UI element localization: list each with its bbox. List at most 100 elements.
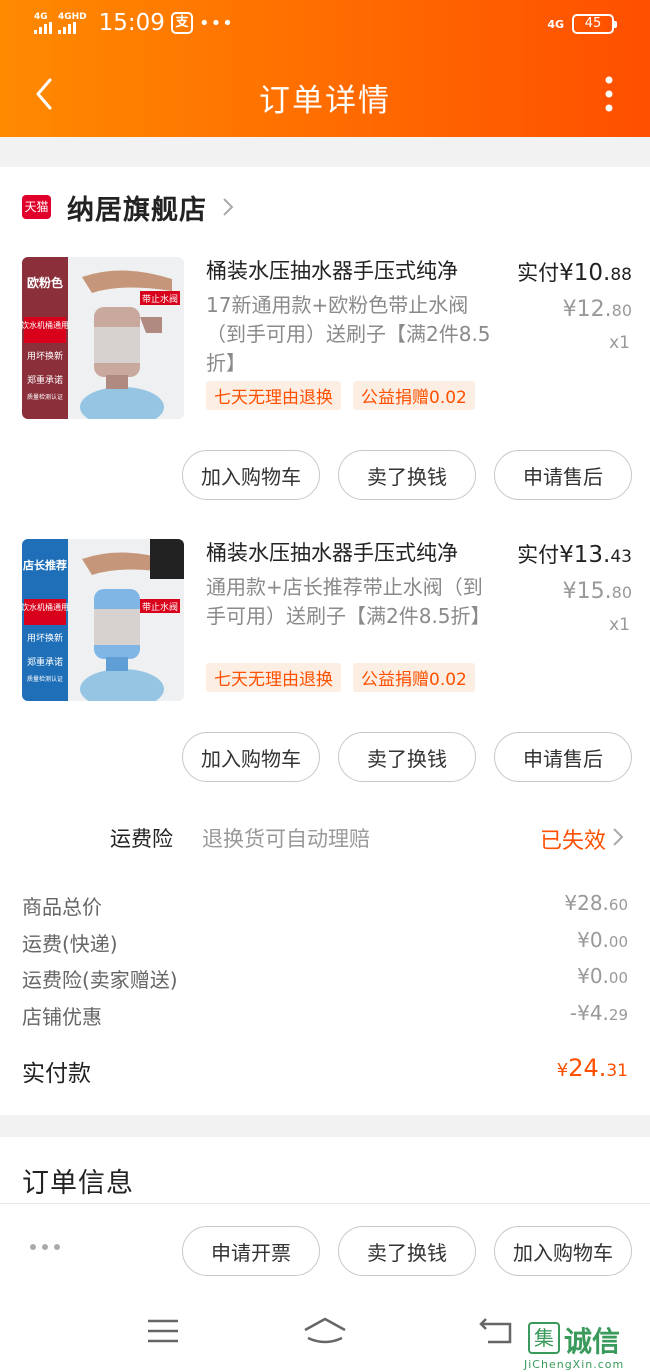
summary-row-store-discount: 店铺优惠 -¥4.29 [22,1001,628,1029]
summary-value: -¥4.29 [570,1001,628,1025]
summary-value: ¥0.00 [577,964,628,988]
product-image[interactable]: 店长推荐 饮水机桶通用 用坏换新 郑重承诺 质量检测认证 带止水阀 [22,539,184,701]
resell-button[interactable]: 卖了换钱 [338,732,476,782]
original-price-dec: 80 [611,301,632,320]
summary-value-int: ¥28. [564,891,609,915]
tmall-badge-icon: 天猫 [22,195,51,219]
battery-icon: 45 [572,14,617,34]
image-color-label: 欧粉色 [27,275,63,290]
order-info-title: 订单信息 [22,1168,134,1199]
shipping-insurance-row[interactable]: 运费险 退换货可自动理赔 已失效 [0,823,650,854]
order-item[interactable]: 店长推荐 饮水机桶通用 用坏换新 郑重承诺 质量检测认证 带止水阀 桶装水压抽水… [0,539,650,799]
summary-value: ¥28.60 [564,891,628,915]
add-to-cart-button[interactable]: 加入购物车 [182,732,320,782]
original-price: ¥12.80 [563,297,632,322]
bottom-action-bar: 申请开票 卖了换钱 加入购物车 [0,1203,650,1298]
image-text: 郑重承诺 [27,656,63,668]
tag-return-policy: 七天无理由退换 [206,381,341,410]
original-price-dec: 80 [611,583,632,602]
chevron-right-icon [613,828,624,846]
original-price: ¥15.80 [563,579,632,604]
summary-value-dec: 00 [608,969,628,987]
watermark-logo: 集 诚信 JiChengXin.com [524,1320,644,1372]
order-info-card: 订单信息 [0,1137,650,1203]
total-currency: ¥ [556,1060,569,1081]
insurance-label: 运费险 [110,827,173,851]
back-nav-icon[interactable] [478,1316,514,1346]
insurance-desc: 退换货可自动理赔 [202,827,370,851]
summary-row-shipping: 运费(快递) ¥0.00 [22,928,628,956]
product-spec: 通用款+店长推荐带止水阀（到手可用）送刷子【满2件8.5折】 [206,575,491,628]
order-shop-card: 天猫 纳居旗舰店 欧粉色 饮水机桶通用 用坏换新 郑重承诺 质量检测认证 带止水… [0,167,650,1115]
summary-label: 店铺优惠 [22,1005,102,1029]
signal-2-icon [58,22,76,34]
status-left: 4G 4GHD 15:09 支 ••• [34,10,234,36]
image-text: 用坏换新 [27,350,63,362]
signal-2-label: 4GHD [58,12,87,22]
original-price-int: ¥15. [562,579,612,604]
paid-price-int: ¥13. [559,542,611,568]
image-text: 质量检测认证 [27,675,63,683]
paid-price-dec: 88 [610,265,632,285]
request-invoice-button[interactable]: 申请开票 [182,1226,320,1276]
add-to-cart-button[interactable]: 加入购物车 [494,1226,632,1276]
store-header[interactable]: 天猫 纳居旗舰店 [22,188,235,227]
summary-value-int: -¥4. [569,1001,609,1025]
menu-icon[interactable] [146,1316,180,1346]
image-text: 带止水阀 [142,601,178,613]
summary-row-shipping-insurance: 运费险(卖家赠送) ¥0.00 [22,964,628,992]
product-title[interactable]: 桶装水压抽水器手压式纯净 [206,255,496,285]
store-name[interactable]: 纳居旗舰店 [67,188,207,227]
after-sales-button[interactable]: 申请售后 [494,732,632,782]
summary-value-int: ¥0. [577,964,609,988]
resell-button[interactable]: 卖了换钱 [338,1226,476,1276]
more-vertical-icon[interactable] [604,74,614,114]
summary-row-goods-total: 商品总价 ¥28.60 [22,891,628,919]
network-indicator: 4G [547,17,564,31]
summary-value: ¥0.00 [577,928,628,952]
image-color-label: 店长推荐 [23,558,67,572]
original-price-int: ¥12. [562,297,612,322]
signal-1-label: 4G [34,12,48,22]
signal-1-icon [34,22,52,34]
product-title[interactable]: 桶装水压抽水器手压式纯净 [206,537,496,567]
alipay-icon: 支 [170,12,193,34]
paid-price: 实付¥10.88 [517,257,632,287]
total-value: ¥24.31 [557,1054,628,1082]
more-icon[interactable] [30,1244,60,1250]
order-item[interactable]: 欧粉色 饮水机桶通用 用坏换新 郑重承诺 质量检测认证 带止水阀 桶装水压抽水器… [0,257,650,517]
summary-value-dec: 00 [608,933,628,951]
after-sales-button[interactable]: 申请售后 [494,450,632,500]
image-text: 郑重承诺 [27,374,63,386]
more-notifications-icon: ••• [198,12,234,34]
add-to-cart-button[interactable]: 加入购物车 [182,450,320,500]
summary-value-int: ¥0. [577,928,609,952]
status-right: 4G 45 [547,14,617,34]
summary-label: 运费(快递) [22,932,118,956]
image-text: 饮水机桶通用 [22,602,69,612]
paid-label: 实付 [517,261,560,285]
total-label: 实付款 [22,1061,91,1087]
summary-label: 商品总价 [22,895,102,919]
page-title: 订单详情 [259,83,391,119]
item-actions: 加入购物车 卖了换钱 申请售后 [182,732,632,782]
image-text: 饮水机桶通用 [22,320,69,330]
status-bar: 4G 4GHD 15:09 支 ••• 4G 45 [0,0,650,52]
quantity: x1 [609,615,630,635]
signal-2: 4GHD [58,12,87,34]
product-spec: 17新通用款+欧粉色带止水阀（到手可用）送刷子【满2件8.5折】 [206,293,491,375]
bottom-actions: 申请开票 卖了换钱 加入购物车 [182,1226,632,1276]
total-dec: 31 [606,1061,628,1081]
item-actions: 加入购物车 卖了换钱 申请售后 [182,450,632,500]
product-tags: 七天无理由退换 公益捐赠0.02 [206,663,475,692]
image-text: 质量检测认证 [27,393,63,401]
insurance-status: 已失效 [539,829,606,854]
paid-price-dec: 43 [610,547,632,567]
tag-return-policy: 七天无理由退换 [206,663,341,692]
paid-price-int: ¥10. [559,260,611,286]
resell-button[interactable]: 卖了换钱 [338,450,476,500]
home-icon[interactable] [302,1316,348,1346]
chevron-right-icon [223,198,234,216]
product-image[interactable]: 欧粉色 饮水机桶通用 用坏换新 郑重承诺 质量检测认证 带止水阀 [22,257,184,419]
total-int: 24. [568,1054,607,1082]
